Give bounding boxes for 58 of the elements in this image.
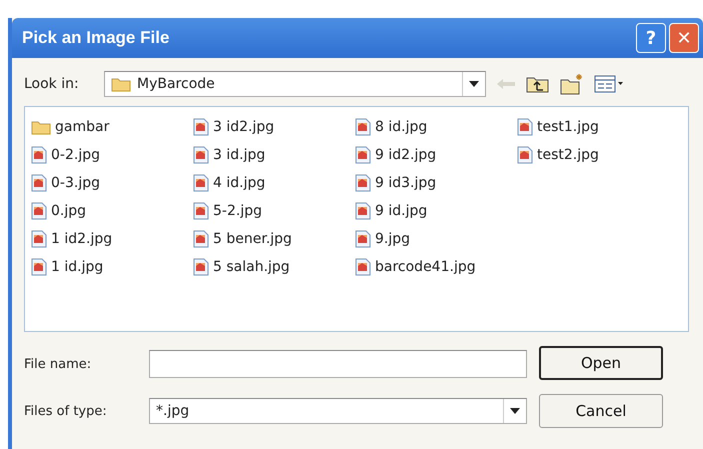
- cancel-button[interactable]: Cancel: [539, 394, 663, 428]
- file-item[interactable]: 1 id.jpg: [31, 253, 193, 281]
- file-item[interactable]: 8 id.jpg: [355, 113, 517, 141]
- file-item[interactable]: barcode41.jpg: [355, 253, 517, 281]
- caret-icon: [510, 408, 520, 414]
- file-name-label: File name:: [24, 356, 92, 372]
- file-item[interactable]: 5-2.jpg: [193, 197, 355, 225]
- file-item[interactable]: 5 salah.jpg: [193, 253, 355, 281]
- file-item[interactable]: 5 bener.jpg: [193, 225, 355, 253]
- view-menu-icon[interactable]: [594, 75, 624, 93]
- help-button[interactable]: ?: [636, 23, 666, 53]
- image-file-icon: [193, 258, 209, 276]
- image-file-icon: [193, 174, 209, 192]
- new-folder-icon[interactable]: [560, 73, 584, 95]
- file-item[interactable]: gambar: [31, 113, 193, 141]
- image-file-icon: [355, 258, 371, 276]
- look-in-value: MyBarcode: [137, 76, 216, 92]
- image-file-icon: [355, 174, 371, 192]
- window-title: Pick an Image File: [22, 28, 170, 48]
- image-file-icon: [193, 118, 209, 136]
- image-file-icon: [31, 202, 47, 220]
- image-file-icon: [355, 202, 371, 220]
- image-file-icon: [517, 146, 533, 164]
- folder-icon: [111, 76, 131, 92]
- file-item[interactable]: 9 id2.jpg: [355, 141, 517, 169]
- file-item[interactable]: 9.jpg: [355, 225, 517, 253]
- image-file-icon: [193, 230, 209, 248]
- file-item[interactable]: 9 id3.jpg: [355, 169, 517, 197]
- image-file-icon: [355, 146, 371, 164]
- caret-icon: [469, 81, 479, 87]
- close-button[interactable]: ✕: [669, 23, 699, 53]
- image-file-icon: [31, 258, 47, 276]
- image-file-icon: [31, 174, 47, 192]
- file-type-value: *.jpg: [156, 403, 190, 419]
- image-file-icon: [517, 118, 533, 136]
- file-item[interactable]: 0-3.jpg: [31, 169, 193, 197]
- file-name-field[interactable]: [149, 350, 527, 378]
- image-file-icon: [31, 230, 47, 248]
- file-item[interactable]: 0-2.jpg: [31, 141, 193, 169]
- image-file-icon: [355, 230, 371, 248]
- file-item[interactable]: 3 id2.jpg: [193, 113, 355, 141]
- file-item[interactable]: 1 id2.jpg: [31, 225, 193, 253]
- open-button[interactable]: Open: [539, 346, 663, 380]
- look-in-label: Look in:: [24, 76, 80, 92]
- file-item[interactable]: 3 id.jpg: [193, 141, 355, 169]
- file-item[interactable]: 0.jpg: [31, 197, 193, 225]
- file-item[interactable]: 4 id.jpg: [193, 169, 355, 197]
- folder-icon: [31, 119, 51, 135]
- look-in-dropdown[interactable]: MyBarcode: [104, 71, 486, 97]
- file-type-dropdown[interactable]: *.jpg: [149, 398, 527, 424]
- image-file-icon: [355, 118, 371, 136]
- file-item[interactable]: 9 id.jpg: [355, 197, 517, 225]
- file-type-label: Files of type:: [24, 404, 108, 418]
- file-item[interactable]: test2.jpg: [517, 141, 679, 169]
- image-file-icon: [193, 202, 209, 220]
- file-item[interactable]: test1.jpg: [517, 113, 679, 141]
- image-file-icon: [31, 146, 47, 164]
- image-file-icon: [193, 146, 209, 164]
